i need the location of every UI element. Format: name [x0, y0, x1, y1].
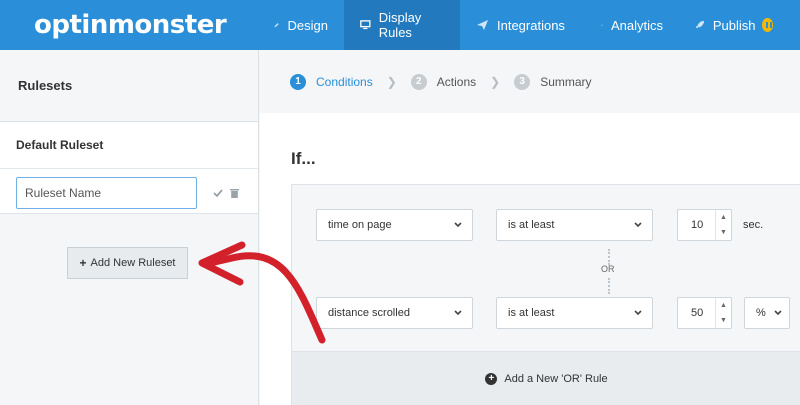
add-or-rule-label: Add a New 'OR' Rule: [504, 372, 608, 385]
select-value: time on page: [328, 219, 392, 231]
logo-text: optinmonster: [34, 10, 227, 40]
select-value: %: [756, 307, 766, 319]
chart-line-icon: [601, 24, 603, 26]
chevron-down-icon: [454, 222, 462, 228]
nav-item-publish[interactable]: Publish: [679, 0, 789, 50]
nav-label: Design: [287, 17, 328, 33]
condition-select[interactable]: time on page: [316, 209, 473, 241]
add-new-ruleset-button[interactable]: + Add New Ruleset: [67, 247, 188, 279]
rocket-icon: [695, 20, 705, 29]
plus-icon: +: [79, 256, 87, 270]
chevron-down-icon: [634, 310, 642, 316]
step-label: Conditions: [316, 74, 373, 89]
stepper-arrows[interactable]: ▲ ▼: [715, 210, 731, 240]
stepper-value: 50: [691, 307, 704, 319]
unit-label: sec.: [743, 219, 764, 231]
ruleset-name-input[interactable]: [16, 177, 197, 209]
top-nav-bar: optinmonster Design Display Rules Integr…: [0, 0, 800, 50]
step-number: 3: [514, 73, 531, 90]
main-nav: Design Display Rules Integrations Analyt…: [258, 0, 789, 50]
or-connector: [608, 278, 610, 294]
conditions-panel: If... time on page is at least 10 ▲ ▼ sec…: [260, 113, 800, 405]
trash-icon[interactable]: [230, 188, 239, 198]
pencil-icon: [274, 23, 279, 28]
select-value: is at least: [508, 219, 555, 231]
operator-select[interactable]: is at least: [496, 209, 653, 241]
value-stepper[interactable]: 50 ▲ ▼: [677, 297, 732, 329]
step-actions[interactable]: 2 Actions: [410, 73, 477, 90]
wizard-steps: 1 Conditions ❯ 2 Actions ❯ 3 Summary: [260, 50, 800, 113]
rules-group: time on page is at least 10 ▲ ▼ sec. OR d…: [291, 184, 800, 405]
chevron-down-icon: [634, 222, 642, 228]
optinmonster-logo[interactable]: optinmonster: [34, 8, 227, 42]
nav-item-integrations[interactable]: Integrations: [460, 0, 585, 50]
add-ruleset-label: Add New Ruleset: [90, 257, 176, 269]
unit-select[interactable]: %: [744, 297, 790, 329]
divider: [0, 168, 258, 169]
step-number: 2: [410, 73, 427, 90]
caret-up-icon[interactable]: ▲: [720, 302, 727, 309]
nav-label: Integrations: [497, 17, 565, 33]
chevron-right-icon: ❯: [490, 74, 501, 89]
nav-label: Analytics: [610, 17, 663, 33]
select-value: is at least: [508, 307, 555, 319]
step-label: Actions: [436, 74, 477, 89]
chevron-right-icon: ❯: [386, 74, 397, 89]
add-or-rule-button[interactable]: + Add a New 'OR' Rule: [292, 351, 800, 405]
pause-badge-icon: [761, 18, 773, 32]
paper-plane-icon: [477, 20, 488, 30]
operator-select[interactable]: is at least: [496, 297, 653, 329]
stepper-value: 10: [691, 219, 704, 231]
step-conditions[interactable]: 1 Conditions: [290, 73, 373, 90]
step-number: 1: [290, 73, 306, 90]
ruleset-title[interactable]: Default Ruleset: [16, 138, 103, 152]
or-label: OR: [601, 264, 615, 274]
plus-circle-icon: +: [485, 372, 498, 385]
chevron-down-icon: [454, 310, 462, 316]
stepper-arrows[interactable]: ▲ ▼: [715, 298, 731, 328]
step-label: Summary: [540, 74, 592, 89]
ruleset-panel: Default Ruleset: [0, 122, 258, 214]
or-connector: [608, 249, 610, 265]
select-value: distance scrolled: [328, 307, 410, 319]
caret-down-icon[interactable]: ▼: [720, 317, 727, 324]
nav-label: Publish: [712, 17, 756, 33]
chevron-down-icon: [774, 310, 782, 316]
nav-label: Display Rules: [378, 10, 422, 40]
rulesets-sidebar: Rulesets Default Ruleset + Add New Rules…: [0, 50, 259, 405]
monitor-icon: [360, 20, 371, 30]
step-summary[interactable]: 3 Summary: [514, 73, 592, 90]
page-title: If...: [291, 149, 316, 168]
condition-select[interactable]: distance scrolled: [316, 297, 473, 329]
nav-item-display-rules[interactable]: Display Rules: [344, 0, 460, 50]
nav-item-design[interactable]: Design: [258, 0, 344, 50]
check-icon[interactable]: [213, 189, 223, 197]
sidebar-title: Rulesets: [0, 50, 258, 122]
caret-up-icon[interactable]: ▲: [720, 214, 727, 221]
nav-item-analytics[interactable]: Analytics: [585, 0, 679, 50]
value-stepper[interactable]: 10 ▲ ▼: [677, 209, 732, 241]
caret-down-icon[interactable]: ▼: [720, 229, 727, 236]
